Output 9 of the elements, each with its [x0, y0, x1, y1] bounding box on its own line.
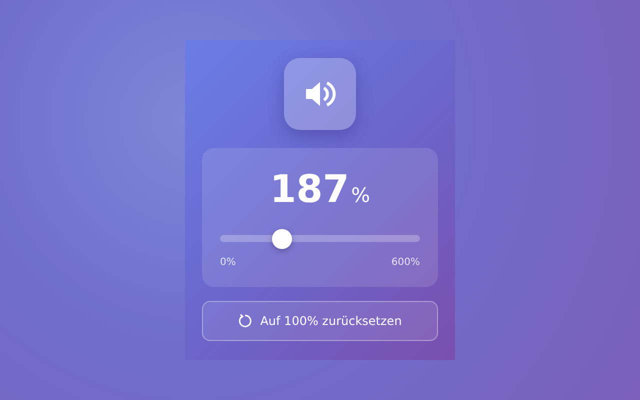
- slider-thumb[interactable]: [272, 228, 292, 249]
- volume-unit: %: [351, 182, 370, 207]
- speaker-icon: [304, 78, 336, 109]
- reset-button[interactable]: Auf 100% zurücksetzen: [202, 301, 438, 342]
- max-label: 600%: [391, 256, 420, 268]
- min-label: 0%: [220, 256, 236, 268]
- reset-icon: [238, 314, 252, 328]
- volume-value: 187: [270, 170, 350, 208]
- volume-slider[interactable]: [220, 228, 420, 249]
